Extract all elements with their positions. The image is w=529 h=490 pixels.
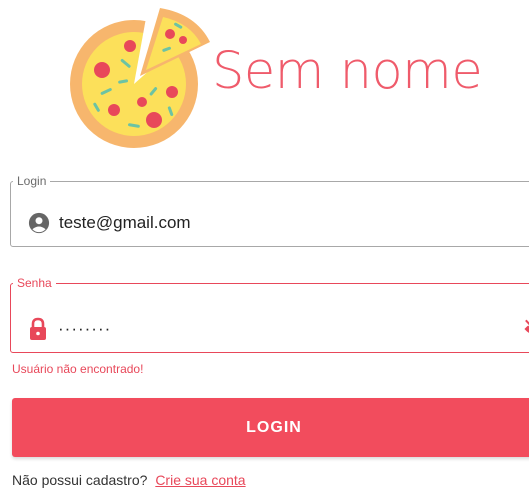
lock-icon — [28, 317, 48, 341]
login-input[interactable] — [59, 213, 439, 233]
error-message: Usuário não encontrado! — [12, 362, 144, 376]
password-field-label: Senha — [17, 276, 52, 290]
signup-row: Não possui cadastro? Crie sua conta — [12, 472, 246, 488]
password-field-row: ········ — [28, 314, 529, 344]
password-input[interactable]: ········ — [58, 319, 111, 339]
signup-prompt: Não possui cadastro? — [12, 472, 148, 488]
pizza-logo-icon — [70, 8, 210, 148]
account-circle-icon — [28, 212, 50, 234]
eye-off-icon[interactable] — [518, 314, 529, 344]
login-page: Sem nome Login Senha — [0, 0, 529, 490]
login-field[interactable]: Login — [10, 175, 529, 247]
password-field[interactable]: Senha ········ — [10, 277, 529, 353]
login-field-label: Login — [17, 174, 47, 188]
brand-name: Sem nome — [212, 42, 483, 101]
login-button[interactable]: LOGIN — [12, 398, 529, 457]
login-button-label: LOGIN — [246, 418, 302, 436]
signup-link[interactable]: Crie sua conta — [155, 472, 245, 488]
logo: Sem nome — [62, 2, 483, 160]
login-field-row — [28, 208, 529, 238]
